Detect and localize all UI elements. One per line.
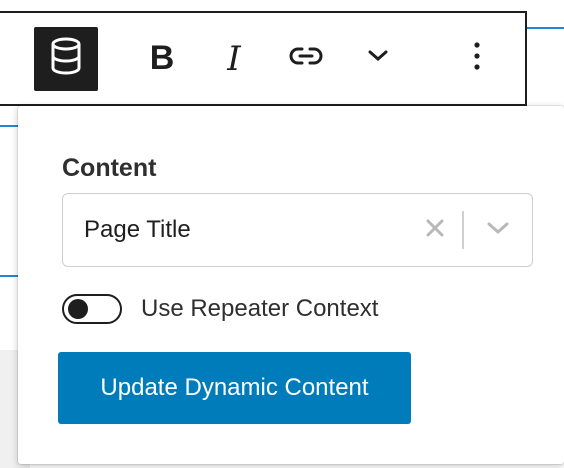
repeater-context-label[interactable]: Use Repeater Context: [141, 295, 378, 323]
content-label: Content: [62, 154, 157, 182]
repeater-context-toggle[interactable]: [62, 294, 122, 324]
update-dynamic-content-button[interactable]: Update Dynamic Content: [58, 352, 411, 424]
canvas-guide-top: [527, 27, 564, 29]
vertical-ellipsis-icon: [473, 41, 481, 76]
repeater-context-row: Use Repeater Context: [62, 294, 378, 324]
link-button[interactable]: [270, 27, 342, 91]
content-select-value: Page Title: [84, 216, 191, 243]
canvas-guide-left-top: [0, 125, 18, 127]
chevron-down-icon: [367, 49, 389, 68]
block-toolbar: B I: [0, 11, 527, 106]
italic-button[interactable]: I: [198, 27, 270, 91]
close-icon: [425, 218, 445, 243]
more-options-button[interactable]: [342, 27, 414, 91]
chevron-down-icon: [486, 221, 510, 240]
dynamic-content-button[interactable]: [34, 26, 98, 91]
database-icon: [49, 36, 83, 81]
clear-selection-button[interactable]: [408, 194, 462, 266]
link-icon: [288, 46, 324, 71]
toolbar-group-options: [428, 13, 526, 104]
block-options-button[interactable]: [428, 27, 526, 91]
select-dropdown-button[interactable]: [464, 194, 532, 266]
canvas-guide-left-bottom: [0, 275, 18, 277]
toggle-knob: [68, 299, 88, 319]
toolbar-group-format: B I: [114, 13, 428, 104]
dynamic-content-popover: Content Page Title Use Repeater Context …: [18, 106, 564, 464]
toolbar-group-block: [0, 13, 114, 104]
bold-button[interactable]: B: [126, 27, 198, 91]
content-select[interactable]: Page Title: [62, 193, 533, 267]
